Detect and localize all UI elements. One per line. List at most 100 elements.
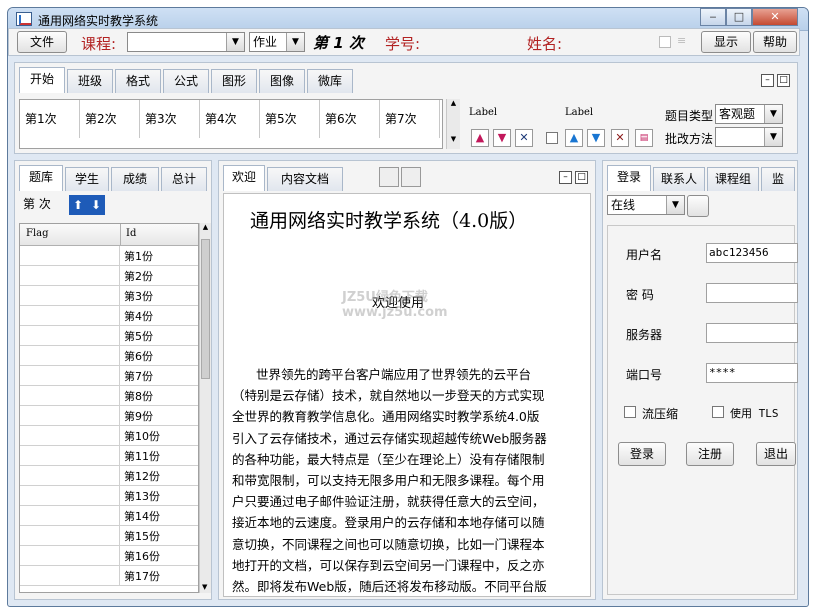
session-grid: 第1次 第2次 第3次 第4次 第5次 第6次 第7次 <box>19 99 443 149</box>
table-row[interactable]: 第12份 <box>20 466 198 486</box>
chevron-down-icon: ▼ <box>666 196 684 214</box>
table-row[interactable]: 第1份 <box>20 246 198 266</box>
ribbon-minimize-icon[interactable]: – <box>761 74 774 87</box>
minimize-icon[interactable]: ‒ <box>700 8 726 26</box>
left-tab-3[interactable]: 总计 <box>161 167 207 191</box>
id-cell: 第7份 <box>124 370 153 383</box>
password-input[interactable] <box>706 283 798 303</box>
help-button[interactable]: 帮助 <box>753 31 797 53</box>
move-up-blue-icon[interactable]: ▲ <box>565 129 583 147</box>
session-cell[interactable]: 第4次 <box>200 100 260 138</box>
center-tab-0[interactable]: 欢迎 <box>223 165 265 191</box>
status-select[interactable]: 在线 ▼ <box>607 195 685 215</box>
scroll-down-icon[interactable]: ▼ <box>447 135 460 143</box>
session-cell[interactable]: 第2次 <box>80 100 140 138</box>
scroll-up-icon[interactable]: ▲ <box>447 99 460 107</box>
right-tab-1[interactable]: 联系人 <box>653 167 705 191</box>
type-select[interactable]: 作业 ▼ <box>249 32 305 52</box>
center-restore-icon[interactable]: □ <box>575 171 588 184</box>
table-row[interactable]: 第10份 <box>20 426 198 446</box>
move-down-blue-icon[interactable]: ▼ <box>587 129 605 147</box>
maximize-icon[interactable]: □ <box>726 8 752 26</box>
center-minimize-icon[interactable]: – <box>559 171 572 184</box>
column-header-flag: Flag <box>26 228 49 239</box>
grading-select[interactable]: ▼ <box>715 127 783 147</box>
session-cell[interactable]: 第1次 <box>20 100 80 138</box>
right-tab-3[interactable]: 监 <box>761 167 795 191</box>
table-row[interactable]: 第17份 <box>20 566 198 586</box>
server-input[interactable] <box>706 323 798 343</box>
compress-label: 流压缩 <box>642 407 679 421</box>
tls-checkbox[interactable] <box>712 406 724 418</box>
delete-red-icon[interactable]: ✕ <box>611 129 629 147</box>
table-row[interactable]: 第11份 <box>20 446 198 466</box>
tab-nav-left[interactable] <box>379 167 399 187</box>
register-button[interactable]: 注册 <box>686 442 734 466</box>
flag-cell <box>20 306 120 326</box>
table-row[interactable]: 第2份 <box>20 266 198 286</box>
ribbon-tab-6[interactable]: 微库 <box>307 69 353 93</box>
session-cell[interactable]: 第7次 <box>380 100 440 138</box>
table-row[interactable]: 第13份 <box>20 486 198 506</box>
session-cell[interactable]: 第6次 <box>320 100 380 138</box>
arrow-up-icon[interactable]: ⬆ <box>69 195 87 215</box>
move-down-icon[interactable]: ▼ <box>493 129 511 147</box>
question-type-select[interactable]: 客观题 ▼ <box>715 104 783 124</box>
compress-checkbox[interactable] <box>624 406 636 418</box>
close-icon[interactable]: ✕ <box>752 8 798 26</box>
session-cell[interactable]: 第3次 <box>140 100 200 138</box>
table-row[interactable]: 第8份 <box>20 386 198 406</box>
show-button[interactable]: 显示 <box>701 31 751 53</box>
ribbon-tab-5[interactable]: 图像 <box>259 69 305 93</box>
exit-button[interactable]: 退出 <box>756 442 796 466</box>
ribbon-scrollbar[interactable]: ▲ ▼ <box>446 99 460 149</box>
table-scrollbar[interactable]: ▲ ▼ <box>199 223 211 593</box>
center-panel: 欢迎 内容文档 – □ 通用网络实时教学系统（4.0版） 欢迎使用 JZ5U绿色下… <box>218 160 596 600</box>
left-tab-2[interactable]: 成绩 <box>111 167 159 191</box>
right-tab-0[interactable]: 登录 <box>607 165 651 191</box>
label-1: Label <box>469 107 498 118</box>
label-2: Label <box>565 107 594 118</box>
center-tab-1[interactable]: 内容文档 <box>267 167 343 191</box>
document-icon[interactable]: ▤ <box>635 129 653 147</box>
right-tab-2[interactable]: 课程组 <box>707 167 759 191</box>
ribbon-tab-2[interactable]: 格式 <box>115 69 161 93</box>
ribbon-tab-3[interactable]: 公式 <box>163 69 209 93</box>
table-row[interactable]: 第3份 <box>20 286 198 306</box>
scroll-up-icon[interactable]: ▲ <box>200 223 211 231</box>
table-row[interactable]: 第14份 <box>20 506 198 526</box>
port-input[interactable]: **** <box>706 363 798 383</box>
status-button[interactable] <box>687 195 709 217</box>
left-tab-1[interactable]: 学生 <box>65 167 109 191</box>
username-input[interactable]: abc123456 <box>706 243 798 263</box>
ribbon-tab-1[interactable]: 班级 <box>67 69 113 93</box>
left-tab-0[interactable]: 题库 <box>19 165 63 191</box>
ribbon-tab-0[interactable]: 开始 <box>19 67 65 93</box>
move-up-icon[interactable]: ▲ <box>471 129 489 147</box>
scroll-thumb[interactable] <box>201 239 210 379</box>
course-select[interactable]: ▼ <box>127 32 245 52</box>
table-row[interactable]: 第9份 <box>20 406 198 426</box>
select-checkbox[interactable] <box>546 132 558 144</box>
ribbon-tab-4[interactable]: 图形 <box>211 69 257 93</box>
flag-cell <box>20 246 120 266</box>
id-cell: 第11份 <box>124 450 160 463</box>
flag-cell <box>20 406 120 426</box>
tab-nav-right[interactable] <box>401 167 421 187</box>
delete-icon[interactable]: ✕ <box>515 129 533 147</box>
login-button[interactable]: 登录 <box>618 442 666 466</box>
username-label: 用户名 <box>626 248 663 262</box>
table-row[interactable]: 第6份 <box>20 346 198 366</box>
table-row[interactable]: 第15份 <box>20 526 198 546</box>
table-row[interactable]: 第7份 <box>20 366 198 386</box>
ribbon-restore-icon[interactable]: □ <box>777 74 790 87</box>
option-checkbox[interactable] <box>659 36 671 48</box>
grading-label: 批改方法 <box>665 132 714 146</box>
file-button[interactable]: 文件 <box>17 31 67 53</box>
table-row[interactable]: 第5份 <box>20 326 198 346</box>
arrow-down-icon[interactable]: ⬇ <box>87 195 105 215</box>
session-cell[interactable]: 第5次 <box>260 100 320 138</box>
scroll-down-icon[interactable]: ▼ <box>202 583 207 591</box>
table-row[interactable]: 第16份 <box>20 546 198 566</box>
table-row[interactable]: 第4份 <box>20 306 198 326</box>
